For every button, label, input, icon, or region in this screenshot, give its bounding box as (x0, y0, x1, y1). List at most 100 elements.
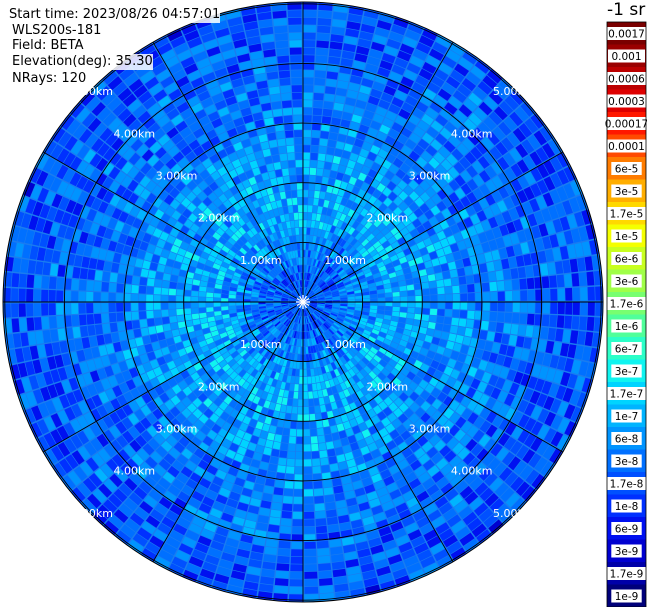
range-gate-cell (109, 272, 118, 283)
range-gate-cell (101, 313, 110, 324)
range-gate-cell (296, 361, 300, 369)
range-gate-cell (503, 269, 512, 280)
colorbar-label: 6e-7 (615, 344, 639, 356)
range-gate-cell (288, 160, 296, 168)
range-gate-cell (285, 466, 295, 474)
range-gate-cell (310, 152, 318, 161)
range-gate-cell (303, 100, 313, 108)
range-gate-cell (314, 190, 320, 199)
range-gate-cell (41, 303, 49, 316)
range-gate-cell (283, 115, 293, 123)
range-gate-cell (286, 458, 295, 467)
range-gate-cell (303, 10, 317, 18)
range-gate-cell (293, 489, 303, 497)
range-gate-cell (504, 312, 513, 323)
range-gate-cell (317, 555, 331, 564)
range-gate-cell (313, 398, 320, 406)
range-gate-cell (317, 10, 332, 19)
range-gate-cell (318, 563, 332, 571)
range-gate-cell (267, 524, 280, 533)
range-gate-cell (153, 302, 161, 310)
range-gate-cell (292, 100, 302, 108)
range-gate-cell (206, 297, 214, 302)
range-gate-cell (282, 503, 293, 512)
range-gate-cell (293, 391, 299, 399)
range-gate-cell (131, 311, 139, 320)
range-label: 2.00km (367, 380, 409, 393)
range-gate-cell (287, 152, 295, 161)
range-gate-cell (304, 579, 318, 587)
range-gate-cell (430, 302, 438, 309)
range-gate-cell (303, 25, 316, 33)
range-gate-cell (312, 466, 321, 474)
range-gate-cell (273, 18, 287, 26)
range-gate-cell (445, 294, 453, 302)
range-gate-cell (503, 323, 512, 334)
range-gate-cell (280, 442, 289, 451)
range-gate-cell (564, 315, 572, 329)
range-gate-cell (292, 511, 303, 519)
range-gate-cell (303, 451, 312, 459)
range-gate-cell (322, 108, 333, 117)
range-gate-cell (497, 302, 505, 312)
range-gate-cell (467, 293, 475, 302)
range-gate-cell (191, 296, 199, 302)
range-gate-cell (56, 277, 65, 290)
range-gate-cell (278, 146, 287, 154)
range-gate-cell (297, 197, 303, 205)
range-gate-cell (452, 302, 460, 310)
range-gate-cell (289, 579, 303, 587)
range-gate-cell (294, 145, 303, 153)
range-gate-cell (148, 326, 157, 335)
range-gate-cell (295, 459, 303, 467)
range-gate-cell (317, 153, 326, 162)
range-gate-cell (48, 290, 56, 302)
range-gate-cell (362, 298, 370, 302)
range-gate-cell (549, 315, 558, 328)
range-gate-cell (517, 266, 526, 279)
range-gate-cell (437, 294, 445, 302)
range-gate-cell (273, 162, 282, 170)
colorbar-label: 3e-6 (615, 276, 639, 288)
range-gate-cell (321, 465, 330, 473)
range-gate-cell (153, 295, 161, 302)
range-gate-cell (297, 406, 303, 414)
range-gate-cell (281, 435, 289, 444)
range-gate-cell (327, 448, 336, 457)
range-gate-cell (429, 308, 438, 316)
range-gate-cell (400, 296, 408, 302)
range-gate-cell (385, 297, 393, 302)
range-gate-cell (526, 313, 535, 325)
range-gate-cell (34, 317, 42, 331)
range-gate-cell (294, 384, 299, 392)
range-gate-cell (314, 85, 325, 93)
range-gate-cell (309, 175, 316, 183)
range-gate-cell (449, 325, 458, 334)
range-gate-cell (108, 292, 116, 302)
range-gate-cell (407, 307, 415, 314)
range-gate-cell (309, 421, 317, 429)
range-gate-cell (290, 556, 303, 564)
range-gate-cell (467, 302, 475, 311)
range-gate-cell (272, 494, 283, 503)
range-gate-cell (294, 466, 303, 474)
range-gate-cell (286, 198, 293, 206)
range-gate-cell (93, 292, 101, 302)
range-gate-cell (198, 302, 206, 308)
range-gate-cell (428, 281, 437, 288)
range-gate-cell (310, 428, 317, 437)
range-gate-cell (303, 92, 313, 100)
range-gate-cell (102, 323, 111, 334)
range-gate-cell (316, 47, 329, 56)
range-gate-cell (307, 384, 313, 392)
range-label: 2.00km (198, 212, 240, 225)
range-gate-cell (277, 138, 286, 147)
range-gate-cell (282, 428, 290, 436)
range-gate-cell (176, 282, 185, 290)
range-gate-cell (281, 92, 292, 101)
ray-count: NRays: 120 (12, 71, 87, 87)
range-gate-cell (131, 302, 139, 311)
range-gate-cell (457, 267, 466, 277)
range-gate-cell (385, 302, 393, 307)
range-gate-cell (94, 324, 103, 335)
